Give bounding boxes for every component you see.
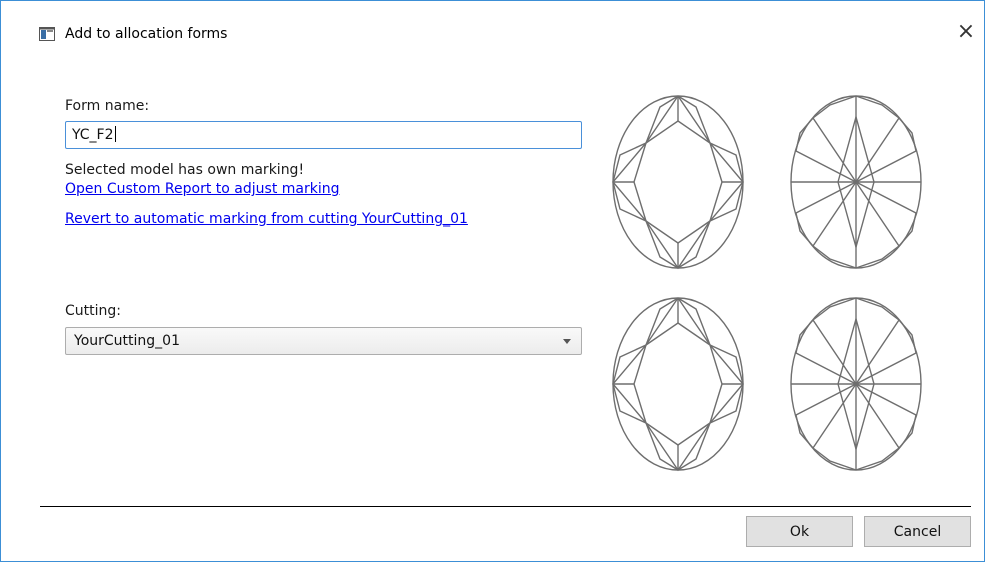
text-caret (114, 126, 116, 142)
close-icon: × (956, 19, 976, 44)
form-name-value: YC_F2 (72, 127, 114, 143)
close-button[interactable]: × (953, 19, 979, 45)
window-title: Add to allocation forms (65, 26, 228, 42)
open-custom-report-link[interactable]: Open Custom Report to adjust marking (65, 181, 339, 197)
footer-divider (40, 506, 971, 507)
cutting-selected-value: YourCutting_01 (74, 333, 180, 349)
ok-button[interactable]: Ok (746, 516, 853, 547)
chevron-down-icon (563, 339, 571, 344)
form-name-input[interactable]: YC_F2 (65, 121, 582, 149)
cutting-dropdown[interactable]: YourCutting_01 (65, 327, 582, 355)
dialog-window: Add to allocation forms × Form name: YC_… (0, 0, 985, 562)
app-window-icon (39, 27, 55, 41)
oval-pavilion-view-bottom (790, 297, 922, 471)
oval-crown-view-top (612, 95, 744, 270)
oval-pavilion-view-top (790, 95, 922, 269)
title-bar[interactable]: Add to allocation forms × (1, 1, 984, 44)
form-name-label: Form name: (65, 98, 150, 114)
marking-message: Selected model has own marking! (65, 162, 305, 178)
cancel-button[interactable]: Cancel (864, 516, 971, 547)
cutting-label: Cutting: (65, 303, 121, 319)
revert-marking-link[interactable]: Revert to automatic marking from cutting… (65, 211, 468, 227)
oval-crown-view-bottom (612, 297, 744, 472)
